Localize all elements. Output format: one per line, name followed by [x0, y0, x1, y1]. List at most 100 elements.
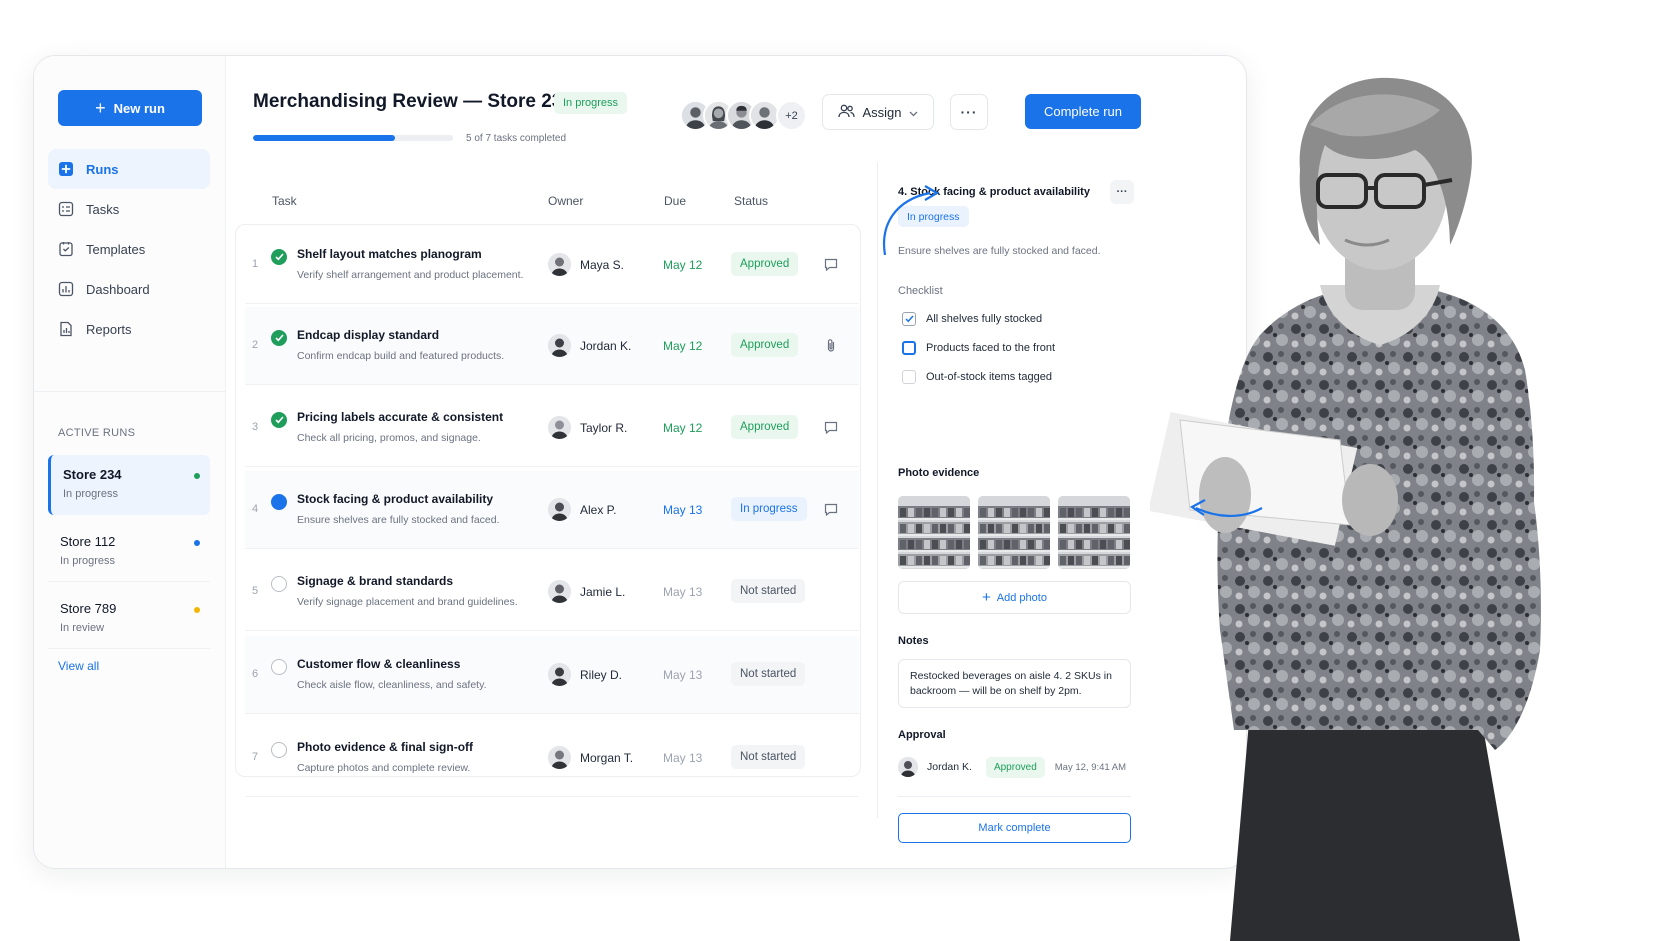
comment-icon[interactable] — [823, 501, 839, 517]
sidebar-item-label: Dashboard — [86, 281, 150, 297]
task-status-badge: Not started — [731, 745, 806, 769]
sidebar-item-reports[interactable]: Reports — [48, 309, 210, 349]
empty-circle-icon[interactable] — [271, 576, 287, 592]
sidebar-item-tasks[interactable]: Tasks — [48, 189, 210, 229]
status-dot — [194, 607, 200, 613]
task-owner: Jordan K. — [580, 339, 632, 353]
new-run-label: New run — [113, 100, 165, 116]
empty-circle-icon[interactable] — [271, 659, 287, 675]
avatar — [548, 663, 571, 686]
run-item-store-112[interactable]: Store 112 In progress — [48, 522, 210, 582]
table-row[interactable]: 7 Photo evidence & final sign-off Capture … — [245, 719, 859, 797]
detail-description: Ensure shelves are fully stocked and fac… — [898, 245, 1101, 257]
avatar — [548, 580, 571, 603]
detail-more-button[interactable]: ··· — [1110, 180, 1134, 204]
shelf-photo-thumbnail[interactable] — [1058, 496, 1130, 569]
detail-status-badge: In progress — [898, 206, 969, 227]
complete-run-button[interactable]: Complete run — [1025, 94, 1141, 129]
task-number: 4 — [252, 503, 259, 515]
sidebar-item-label: Tasks — [86, 201, 120, 217]
task-due-date: May 13 — [663, 751, 703, 765]
assign-label: Assign — [862, 104, 902, 120]
task-title: Endcap display standard — [297, 328, 440, 342]
column-header-due[interactable]: Due — [664, 194, 686, 208]
task-title: Shelf layout matches planogram — [297, 247, 482, 261]
checklist-item[interactable]: Out-of-stock items tagged — [902, 370, 1052, 384]
task-due-date: May 12 — [663, 258, 703, 272]
new-run-button[interactable]: + New run — [58, 90, 202, 126]
task-description: Confirm endcap build and featured produc… — [297, 350, 505, 362]
sidebar-item-dashboard[interactable]: Dashboard — [48, 269, 210, 309]
column-header-owner[interactable]: Owner — [548, 194, 583, 208]
attachment-icon[interactable] — [823, 337, 839, 353]
checkbox-icon[interactable] — [902, 370, 916, 384]
task-status-badge: Approved — [731, 333, 799, 357]
active-runs-heading: ACTIVE RUNS — [58, 427, 136, 439]
check-circle-icon — [271, 412, 287, 428]
checkbox-checked-icon[interactable] — [902, 312, 916, 326]
task-number: 3 — [252, 421, 259, 433]
approval-row: Jordan K. Approved May 12, 9:41 AM — [898, 756, 1138, 778]
task-number: 1 — [252, 258, 259, 270]
tasks-icon — [58, 201, 74, 217]
status-dot — [194, 540, 200, 546]
task-description: Verify shelf arrangement and product pla… — [297, 269, 524, 281]
run-status: In review — [60, 622, 105, 634]
shelf-photo-thumbnail[interactable] — [898, 496, 970, 569]
task-owner: Morgan T. — [580, 751, 634, 765]
assign-button[interactable]: Assign — [822, 94, 934, 130]
comment-icon[interactable] — [823, 419, 839, 435]
sidebar-item-templates[interactable]: Templates — [48, 229, 210, 269]
approval-heading: Approval — [898, 729, 946, 741]
sidebar-item-runs[interactable]: Runs — [48, 149, 210, 189]
shelf-photo-thumbnail[interactable] — [978, 496, 1050, 569]
checkbox-icon[interactable] — [902, 341, 916, 355]
users-icon — [838, 104, 856, 121]
comment-icon[interactable] — [823, 256, 839, 272]
more-options-button[interactable]: ··· — [950, 94, 988, 130]
templates-icon — [58, 241, 74, 257]
table-row[interactable]: 5 Signage & brand standards Verify signage… — [245, 553, 859, 631]
divider — [898, 796, 1131, 797]
task-number: 7 — [252, 751, 259, 763]
table-row[interactable]: 6 Customer flow & cleanliness Check aisle … — [245, 636, 859, 714]
column-header-status[interactable]: Status — [734, 194, 768, 208]
column-header-task[interactable]: Task — [272, 194, 297, 208]
run-status: In progress — [63, 488, 119, 500]
checklist-item[interactable]: Products faced to the front — [902, 341, 1055, 355]
collaborator-avatars[interactable]: +2 — [680, 100, 807, 131]
sidebar-divider — [34, 391, 226, 392]
approver-name: Jordan K. — [927, 761, 972, 773]
checklist-item-label: Out-of-stock items tagged — [926, 371, 1052, 383]
checklist-item-label: All shelves fully stocked — [926, 313, 1043, 325]
empty-circle-icon[interactable] — [271, 742, 287, 758]
run-item-store-234[interactable]: Store 234 In progress — [48, 455, 210, 515]
task-status-badge: Not started — [731, 579, 806, 603]
sidebar-item-label: Templates — [86, 241, 146, 257]
table-row[interactable]: 3 Pricing labels accurate & consistent Che… — [245, 389, 859, 467]
table-row[interactable]: 1 Shelf layout matches planogram Verify sh… — [245, 226, 859, 304]
task-description: Verify signage placement and brand guide… — [297, 596, 518, 608]
task-status-badge: Not started — [731, 662, 806, 686]
approval-timestamp: May 12, 9:41 AM — [1054, 761, 1127, 773]
run-item-store-789[interactable]: Store 789 In review — [48, 589, 210, 649]
table-row[interactable]: 2 Endcap display standard Confirm endcap b… — [245, 307, 859, 385]
sidebar-nav: Runs Tasks Templates Dashboard Reports — [48, 149, 210, 349]
detail-title: 4. Stock facing & product availability — [898, 186, 1090, 198]
task-number: 2 — [252, 339, 259, 351]
task-detail-panel: 4. Stock facing & product availability ·… — [877, 162, 1151, 843]
checklist-item[interactable]: All shelves fully stocked — [902, 312, 1042, 326]
check-circle-icon — [271, 249, 287, 265]
more-collaborators-count: +2 — [776, 100, 807, 131]
plus-icon: + — [95, 98, 106, 118]
task-number: 5 — [252, 585, 259, 597]
task-owner: Alex P. — [580, 503, 617, 517]
progress-fill — [253, 135, 395, 141]
mark-complete-button[interactable]: Mark complete — [898, 813, 1131, 843]
table-row[interactable]: 4 Stock facing & product availability Ensu… — [245, 471, 859, 549]
notes-field[interactable]: Restocked beverages on aisle 4. 2 SKUs i… — [898, 659, 1131, 708]
task-due-date: May 12 — [663, 421, 703, 435]
add-photo-button[interactable]: + Add photo — [898, 581, 1131, 614]
view-all-link[interactable]: View all — [58, 659, 99, 673]
task-description: Check aisle flow, cleanliness, and safet… — [297, 679, 487, 691]
